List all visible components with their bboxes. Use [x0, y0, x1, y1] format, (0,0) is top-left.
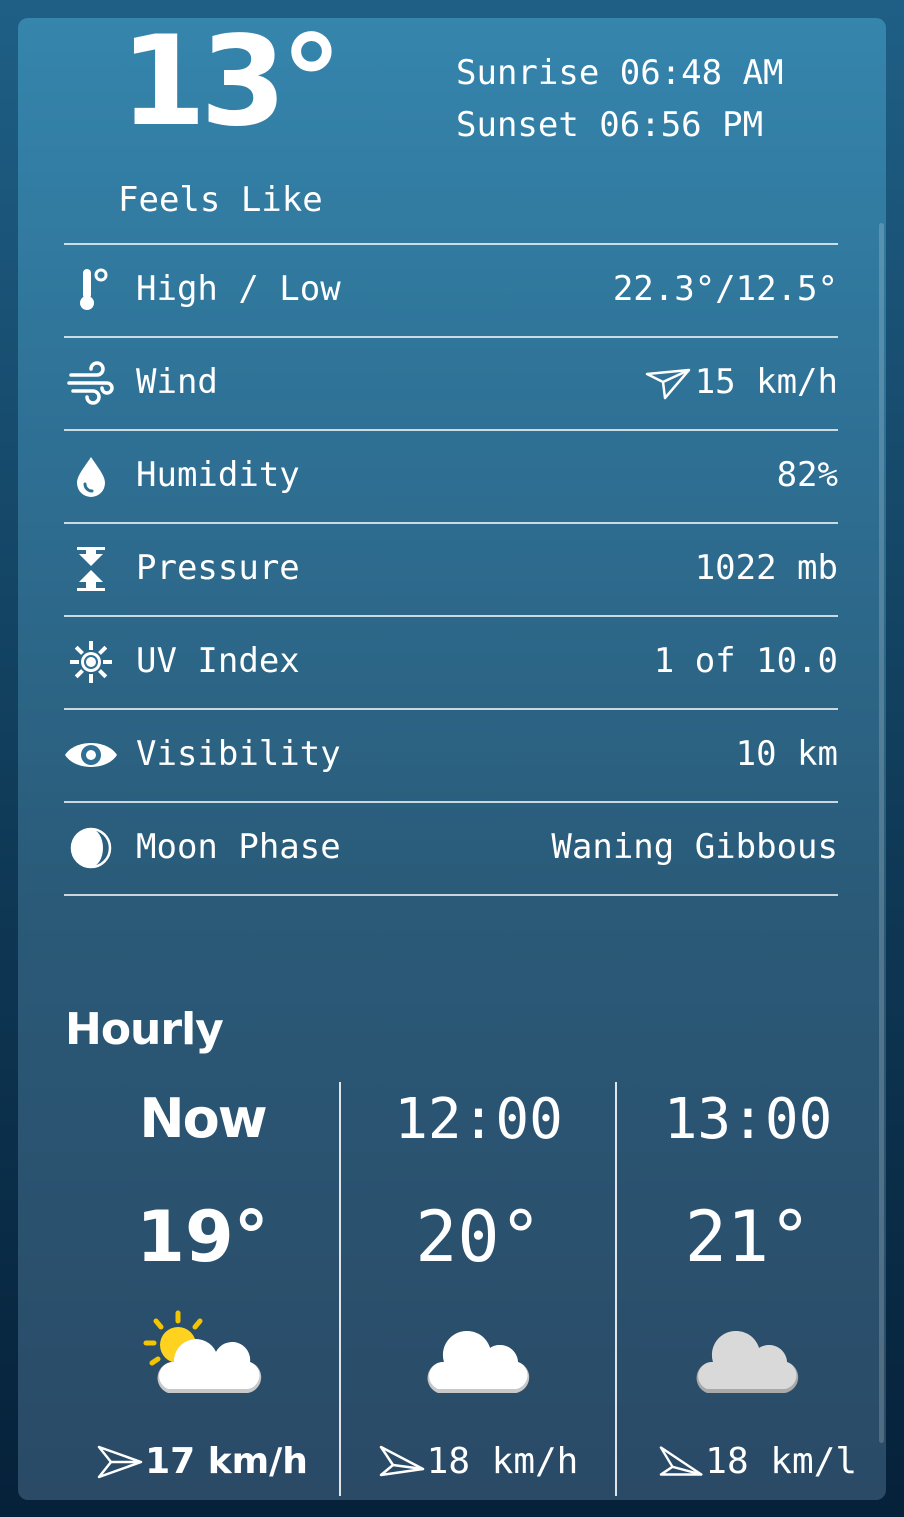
hourly-wind: 18 km/l — [639, 1444, 857, 1480]
hourly-title: Hourly — [65, 1004, 224, 1055]
humidity-drop-icon — [66, 453, 116, 499]
hourly-wind-value: 18 km/l — [705, 1441, 857, 1482]
hourly-item-1300[interactable]: 13:00 21° 18 km/l — [615, 1082, 857, 1496]
detail-row-moon-phase: Moon Phase Waning Gibbous — [64, 801, 838, 896]
detail-value-wrap: 15 km/h — [645, 362, 838, 402]
detail-value: Waning Gibbous — [551, 827, 838, 867]
hourly-wind: 17 km/h — [65, 1444, 340, 1480]
detail-value: 22.3°/12.5° — [612, 269, 838, 309]
hourly-wind: 18 km/h — [341, 1444, 616, 1480]
wind-direction-icon — [645, 368, 690, 400]
detail-row-wind: Wind 15 km/h — [64, 336, 838, 429]
detail-row-visibility: Visibility 10 km — [64, 708, 838, 801]
detail-label: Visibility — [136, 734, 341, 774]
detail-label: Pressure — [136, 548, 300, 588]
hourly-temp: 19° — [136, 1196, 269, 1278]
detail-row-pressure: Pressure 1022 mb — [64, 522, 838, 615]
sunset-time: Sunset 06:56 PM — [456, 105, 764, 145]
hourly-temp: 20° — [415, 1196, 542, 1278]
hourly-time: 13:00 — [663, 1087, 833, 1152]
hourly-item-now[interactable]: Now 19° 17 km/h — [65, 1082, 340, 1496]
detail-value: 15 km/h — [694, 362, 838, 402]
wind-direction-icon — [659, 1446, 703, 1476]
detail-label: UV Index — [136, 641, 300, 681]
detail-label: High / Low — [136, 269, 341, 309]
uv-sun-icon — [66, 639, 116, 685]
cloud-icon — [639, 1307, 857, 1407]
hourly-wind-value: 18 km/h — [426, 1441, 579, 1482]
detail-value: 1 of 10.0 — [653, 641, 838, 681]
detail-row-high-low: High / Low 22.3°/12.5° — [64, 243, 838, 336]
detail-label: Moon Phase — [136, 827, 341, 867]
detail-value: 10 km — [735, 734, 838, 774]
hourly-wind-value: 17 km/h — [145, 1441, 308, 1482]
feels-like-label: Feels Like — [118, 180, 323, 220]
wind-direction-icon — [97, 1445, 143, 1479]
detail-label: Humidity — [136, 455, 300, 495]
pressure-icon — [66, 546, 116, 592]
moon-phase-icon — [66, 825, 116, 871]
cloud-icon — [341, 1307, 616, 1407]
detail-row-uv-index: UV Index 1 of 10.0 — [64, 615, 838, 708]
hourly-temp: 21° — [684, 1196, 812, 1278]
detail-value: 1022 mb — [694, 548, 838, 588]
eye-icon — [62, 732, 120, 778]
wind-icon — [66, 360, 116, 406]
detail-value: 82% — [776, 455, 838, 495]
detail-row-humidity: Humidity 82% — [64, 429, 838, 522]
partly-sunny-icon — [65, 1307, 340, 1407]
hourly-time: 12:00 — [394, 1087, 563, 1152]
weather-card: 13° Sunrise 06:48 AM Sunset 06:56 PM Fee… — [18, 18, 886, 1500]
hourly-item-1200[interactable]: 12:00 20° 18 km/h — [339, 1082, 616, 1496]
hourly-time: Now — [139, 1087, 267, 1150]
sunrise-time: Sunrise 06:48 AM — [456, 53, 784, 93]
wind-direction-icon — [379, 1445, 424, 1477]
detail-label: Wind — [136, 362, 218, 402]
current-temperature: 13° — [120, 18, 343, 154]
details-list: High / Low 22.3°/12.5° Wind 15 km/h Humi… — [64, 243, 838, 896]
thermometer-icon — [66, 267, 116, 313]
scrollbar[interactable] — [879, 223, 884, 1443]
